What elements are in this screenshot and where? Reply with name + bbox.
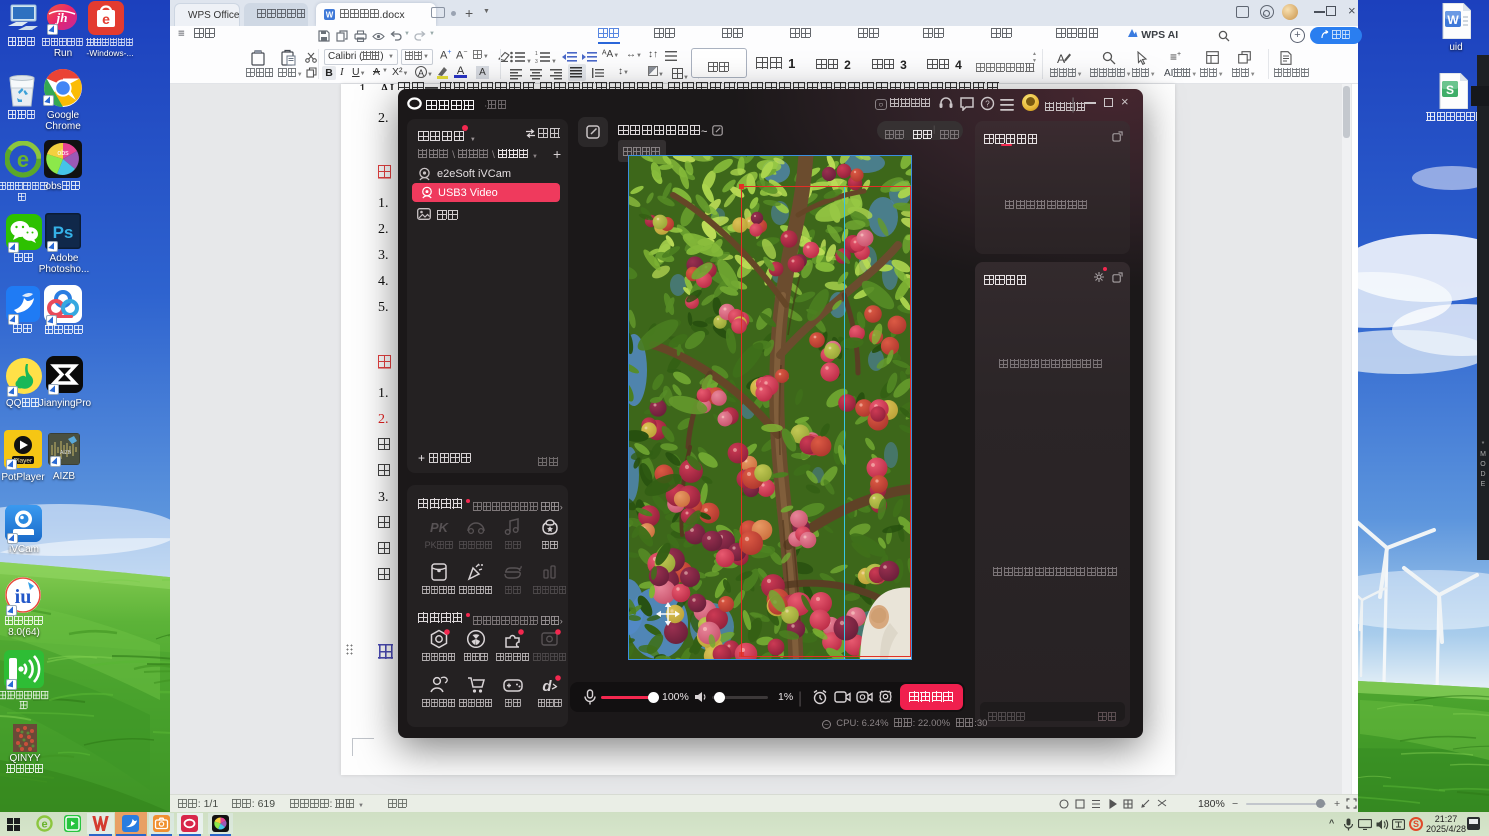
svg-text:e: e <box>41 819 47 831</box>
svg-text:obs: obs <box>57 150 69 157</box>
svg-text:W: W <box>1447 13 1459 27</box>
svg-text:e: e <box>17 147 29 172</box>
svg-text:iu: iu <box>15 586 32 608</box>
svg-text:Ps: Ps <box>53 223 74 242</box>
svg-text:e: e <box>102 11 110 27</box>
svg-text:1: 1 <box>535 51 538 57</box>
svg-text:d: d <box>542 678 552 695</box>
svg-text:A: A <box>1057 52 1065 65</box>
svg-text:S: S <box>1446 83 1454 97</box>
svg-text:PK: PK <box>430 520 450 535</box>
svg-text:jh: jh <box>55 10 68 25</box>
svg-text:3: 3 <box>535 59 538 63</box>
svg-text:W: W <box>326 11 334 20</box>
svg-text:?: ? <box>985 100 990 109</box>
svg-text:AIZB: AIZB <box>60 450 72 456</box>
